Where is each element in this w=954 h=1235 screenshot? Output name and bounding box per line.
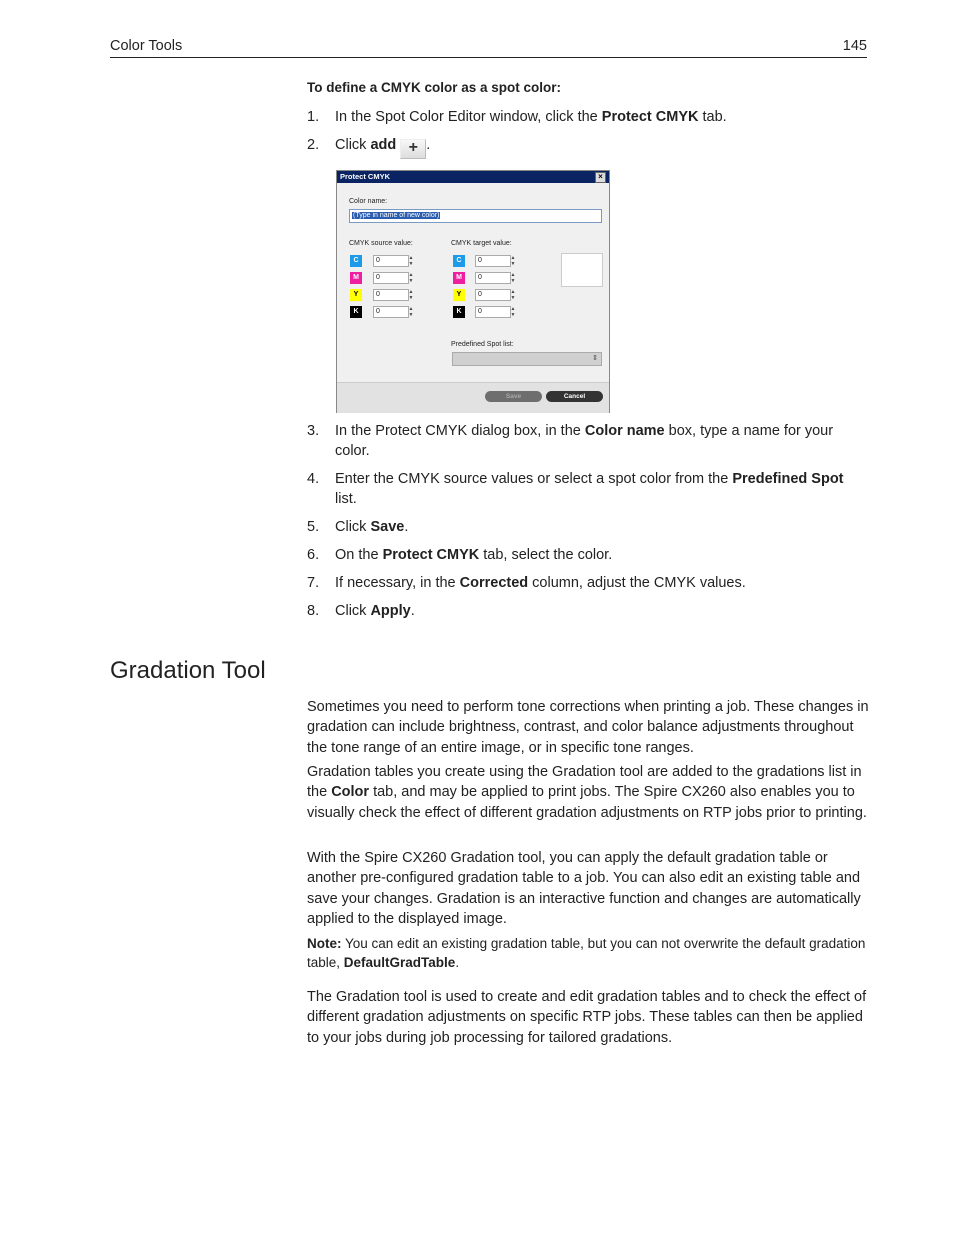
paragraph-4: The Gradation tool is used to create and… [307,989,867,1046]
target-m-spinner[interactable]: ▲ ▼ [510,272,516,284]
step-bold: Protect CMYK [382,547,480,563]
step-number: 8. [307,603,320,619]
step-bold: add [370,137,397,153]
cyan-swatch: C [350,255,362,267]
step-number: 5. [307,519,320,535]
step-text: . [410,603,415,619]
target-y-spinner[interactable]: ▲ ▼ [510,289,516,301]
paragraph-1: Sometimes you need to perform tone corre… [307,699,869,756]
dialog-title-bar: Protect CMYK × [337,171,609,183]
color-name-label: Color name: [349,198,388,205]
step-number: 2. [307,137,320,153]
step-text: Click [335,519,371,535]
yellow-swatch: Y [350,289,362,301]
note-bold: DefaultGradTable [343,955,456,970]
procedure-title: To define a CMYK color as a spot color: [307,80,562,95]
step-bold: Protect CMYK [601,109,699,125]
paragraph-3: With the Spire CX260 Gradation tool, you… [307,850,861,927]
step-3: 3. In the Protect CMYK dialog box, in the… [307,421,867,461]
step-text: If necessary, in the [335,575,460,591]
source-label: CMYK source value: [349,240,413,247]
paragraph-2: Gradation tables you create using the Gr… [307,762,869,823]
step-number: 1. [307,109,320,125]
step-bold: Predefined Spot [732,471,844,487]
section-heading: Gradation Tool [110,657,266,684]
step-bold: Apply [370,603,411,619]
step-text: . [426,137,431,153]
page-header: Color Tools 145 [110,37,867,58]
color-name-value: (Type in name of new color) [352,212,441,219]
black-swatch: K [350,306,362,318]
step-text: On the [335,547,383,563]
step-6: 6. On the Protect CMYK tab, select the co… [307,545,867,565]
magenta-swatch: M [453,272,465,284]
dialog-footer: Save Cancel [337,382,609,413]
color-name-input[interactable]: (Type in name of new color) [349,209,602,223]
step-text: Enter the CMYK source values or select a… [335,471,733,487]
dialog-title: Protect CMYK [340,172,391,181]
step-5: 5. Click Save. [307,517,867,537]
source-k-input[interactable]: 0 [373,306,409,318]
target-c-spinner[interactable]: ▲ ▼ [510,255,516,267]
source-m-input[interactable]: 0 [373,272,409,284]
magenta-swatch: M [350,272,362,284]
step-4: 4. Enter the CMYK source values or select… [307,469,867,509]
cyan-swatch: C [453,255,465,267]
predefined-label: Predefined Spot list: [451,341,514,348]
page-number: 145 [842,38,867,54]
target-k-input[interactable]: 0 [475,306,511,318]
target-y-input[interactable]: 0 [475,289,511,301]
step-text: tab, select the color. [479,547,613,563]
step-text: In the Spot Color Editor window, click t… [335,109,602,125]
protect-cmyk-dialog: Protect CMYK × Color name: (Type in name … [336,170,610,413]
source-y-input[interactable]: 0 [373,289,409,301]
target-m-input[interactable]: 0 [475,272,511,284]
target-k-spinner[interactable]: ▲ ▼ [510,306,516,318]
predefined-spot-dropdown[interactable]: ⇕ [452,352,602,366]
source-c-input[interactable]: 0 [373,255,409,267]
section-title: Color Tools [110,38,183,54]
save-button[interactable]: Save [485,391,542,402]
step-text: Click [335,137,371,153]
updown-arrow-icon: ⇕ [592,355,598,362]
step-text: column, adjust the CMYK values. [528,575,746,591]
target-c-input[interactable]: 0 [475,255,511,267]
source-y-spinner[interactable]: ▲ ▼ [408,289,414,301]
plus-icon: + [400,139,427,159]
step-2: 2. Click add +. [307,135,867,159]
source-c-spinner[interactable]: ▲ ▼ [408,255,414,267]
step-text: list. [335,491,357,507]
step-1: 1. In the Spot Color Editor window, click… [307,107,867,127]
note: Note: You can edit an existing gradation… [307,934,869,972]
cancel-button[interactable]: Cancel [546,391,603,402]
source-m-spinner[interactable]: ▲ ▼ [408,272,414,284]
target-label: CMYK target value: [451,240,512,247]
note-label: Note: [307,936,342,951]
step-number: 3. [307,423,320,439]
para-bold: Color [331,784,370,801]
source-k-spinner[interactable]: ▲ ▼ [408,306,414,318]
step-number: 6. [307,547,320,563]
step-number: 7. [307,575,320,591]
step-bold: Color name [584,423,665,439]
yellow-swatch: Y [453,289,465,301]
note-text: . [455,955,460,970]
close-icon[interactable]: × [595,172,606,183]
black-swatch: K [453,306,465,318]
step-text: tab. [698,109,727,125]
step-8: 8. Click Apply. [307,601,867,621]
step-text: In the Protect CMYK dialog box, in the [335,423,585,439]
step-text: Click [335,603,371,619]
step-bold: Corrected [459,575,529,591]
step-text: . [404,519,409,535]
step-bold: Save [370,519,405,535]
color-preview [561,253,603,287]
step-7: 7. If necessary, in the Corrected column,… [307,573,867,593]
step-number: 4. [307,471,320,487]
para-text: tab, and may be applied to print jobs. T… [307,784,867,821]
